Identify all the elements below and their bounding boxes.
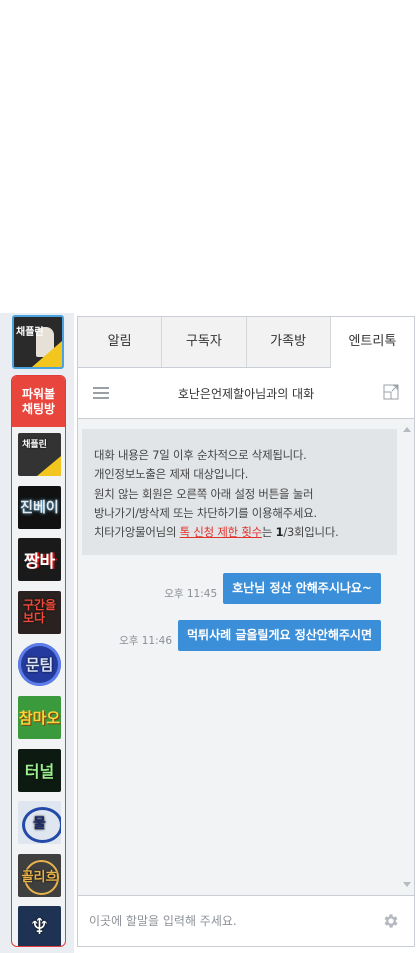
tab-subscribers[interactable]: 구독자 [162,317,247,367]
message-row: 오후 11:45 호난님 정산 안해주시나요~ [164,573,381,604]
notice-text: /3회입니다. [283,525,339,540]
channel-label: 채플린 [22,440,47,450]
chat-message-input[interactable] [78,914,382,928]
channel-thumb-2[interactable]: 짱바 [18,538,61,582]
channel-label: 참마오 [18,708,61,727]
tab-notifications[interactable]: 알림 [78,317,163,367]
powerball-chatroom-panel: 파워볼 채팅방 채플린 진베이 짱바 구간을 보다 문팀 참마오 터널 물 골리흐 … [11,375,66,947]
channel-label: 골리흐 [21,869,58,885]
scroll-up-arrow-icon[interactable] [403,427,411,432]
notice-line: 개인정보노출은 제재 대상입니다. [94,467,249,482]
trident-icon: ♆ [29,915,50,941]
channel-label: 짱바 [23,552,56,573]
channel-label: 터널 [24,762,55,782]
channel-thumb-0[interactable]: 채플린 [18,433,61,476]
settings-gear-icon[interactable] [382,912,400,930]
message-row: 오후 11:46 먹튀사례 글올릴게요 정산안해주시면 [119,620,381,651]
channel-label: 물 [33,815,46,832]
channel-thumb-3[interactable]: 구간을 보다 [18,590,61,634]
yellow-triangle-icon [32,341,62,367]
scrollbar[interactable] [400,419,414,895]
chat-title: 호난은언제할아님과의 대화 [177,386,315,401]
channel-rail: 채플린 파워볼 채팅방 채플린 진베이 짱바 구간을 보다 문팀 참마오 터널 물 … [0,313,74,953]
notice-text: 는 [261,525,276,540]
powerball-header-label: 파워볼 채팅방 [21,387,56,416]
message-area[interactable]: 대화 내용은 7일 이후 순차적으로 삭제됩니다. 개인정보노출은 제재 대상입… [78,419,414,895]
chat-panel: 알림 구독자 가족방 엔트리톡 호난은언제할아님과의 대화 대화 내용은 7일 … [77,316,415,947]
notice-line: 방나가기/방삭제 또는 차단하기를 이용해주세요. [94,505,317,520]
channel-thumb-7[interactable]: 물 [18,801,61,845]
scroll-down-arrow-icon[interactable] [403,882,411,887]
powerball-chatroom-header[interactable]: 파워볼 채팅방 [12,376,65,427]
notice-line: 원치 않는 회원은 오른쪽 아래 설정 버튼을 눌러 [94,486,314,501]
channel-thumb-1[interactable]: 진베이 [18,485,61,529]
tab-bar: 알림 구독자 가족방 엔트리톡 [78,317,414,368]
top-channel-thumbnail[interactable]: 채플린 [12,315,64,369]
channel-thumb-8[interactable]: 골리흐 [18,853,61,897]
notice-line: 치타가앙물어님의 톡 신청 제한 횟수는 1/3회입니다. [94,523,397,542]
system-notice: 대화 내용은 7일 이후 순차적으로 삭제됩니다. 개인정보노출은 제재 대상입… [82,429,397,555]
input-bar [78,895,414,946]
tab-family-room[interactable]: 가족방 [247,317,331,367]
hamburger-menu-icon[interactable] [93,387,109,399]
channel-thumb-6[interactable]: 터널 [18,748,61,792]
chat-header: 호난은언제할아님과의 대화 [78,368,414,419]
top-channel-label: 채플린 [16,327,44,338]
channel-thumb-4[interactable]: 문팀 [18,643,61,687]
page: 채플린 파워볼 채팅방 채플린 진베이 짱바 구간을 보다 문팀 참마오 터널 물 … [0,0,418,953]
notice-text: 치타가앙물어님의 [94,525,180,540]
channel-label: 문팀 [25,656,54,675]
talk-request-limit-link[interactable]: 톡 신청 제한 횟수 [180,525,262,539]
tab-entry-talk[interactable]: 엔트리톡 [330,317,414,368]
message-bubble[interactable]: 호난님 정산 안해주시나요~ [223,573,381,604]
message-time: 오후 11:46 [119,635,172,647]
notice-line: 대화 내용은 7일 이후 순차적으로 삭제됩니다. [94,448,307,462]
channel-label: 구간을 보다 [22,598,57,626]
channel-thumb-5[interactable]: 참마오 [18,695,61,739]
channel-label: 진베이 [20,500,59,517]
expand-window-icon[interactable] [383,384,399,400]
channel-list: 채플린 진베이 짱바 구간을 보다 문팀 참마오 터널 물 골리흐 ♆ [12,427,65,946]
channel-thumb-9[interactable]: ♆ [18,906,61,946]
message-time: 오후 11:45 [164,588,218,600]
message-bubble[interactable]: 먹튀사례 글올릴게요 정산안해주시면 [178,620,381,651]
